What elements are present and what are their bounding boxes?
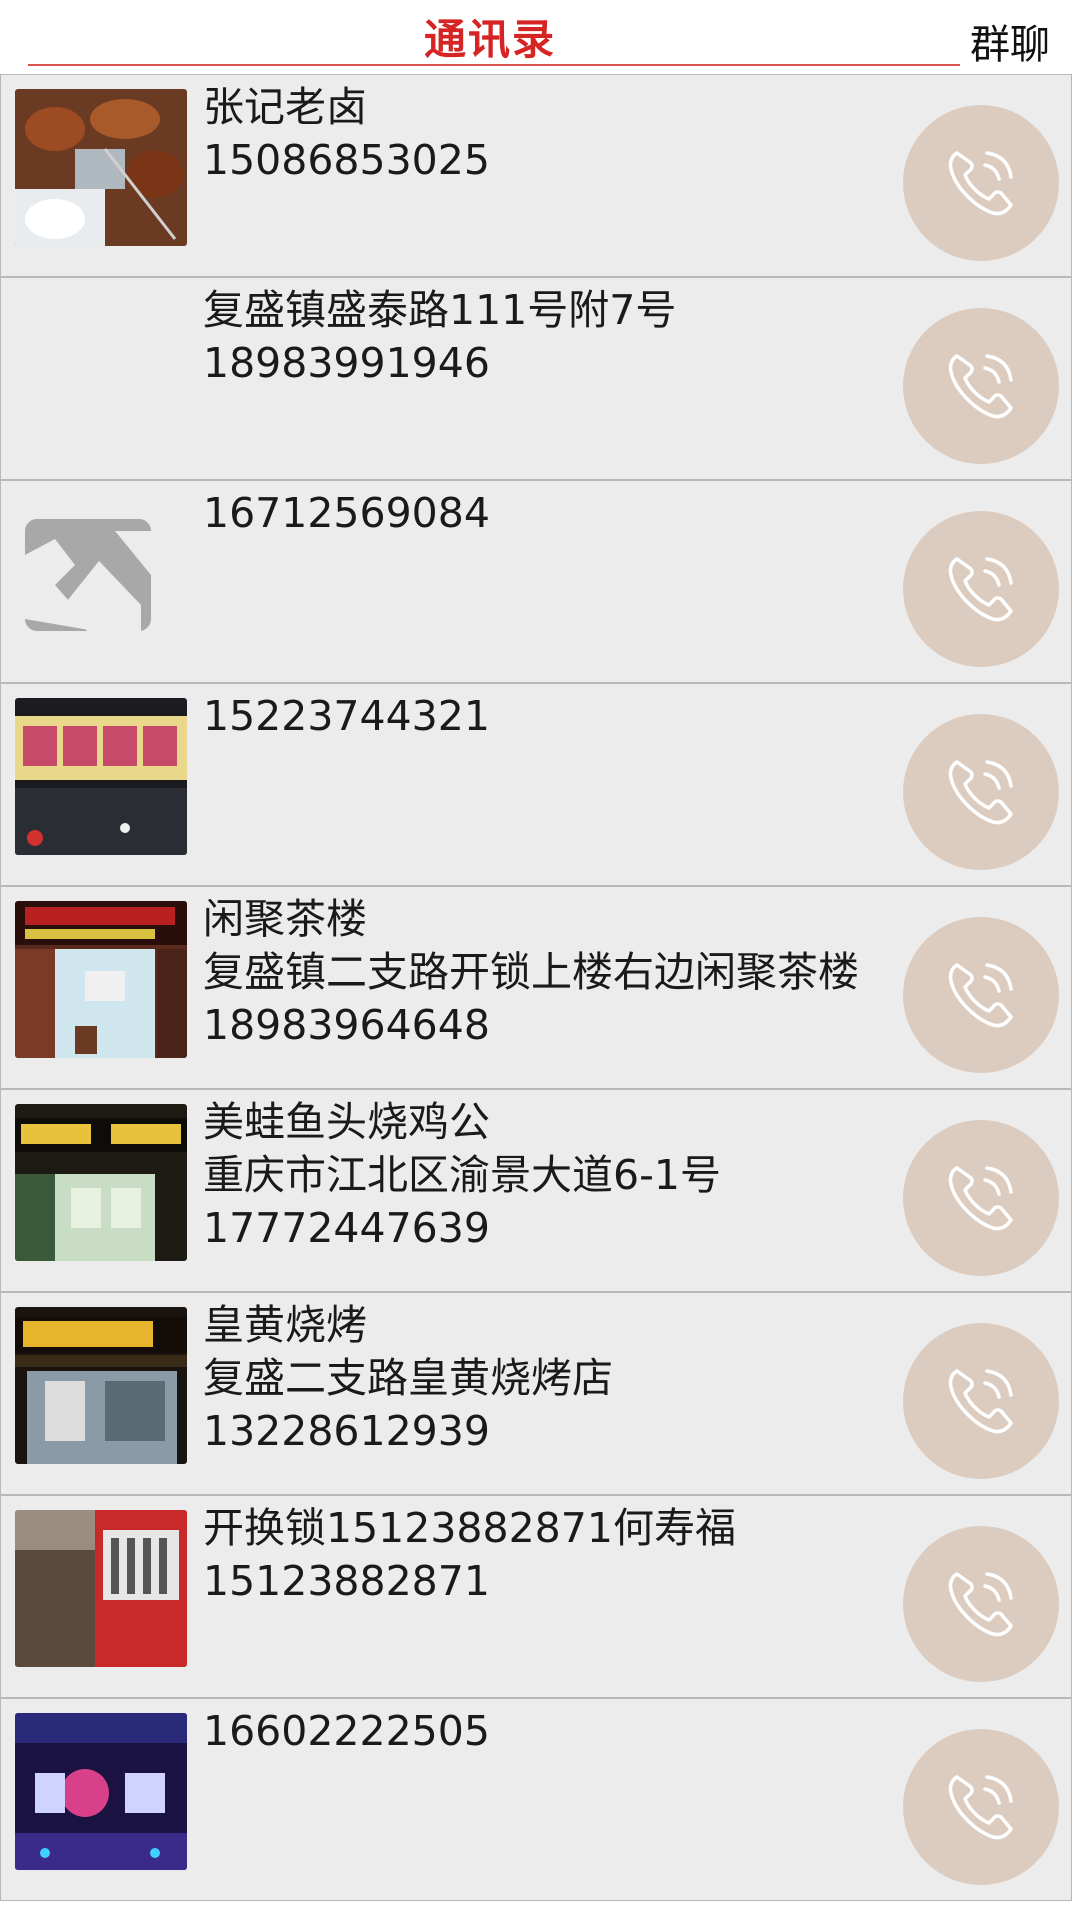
contact-row[interactable]: 开换锁15123882871何寿福 15123882871 bbox=[0, 1495, 1072, 1698]
contact-phone: 15086853025 bbox=[203, 136, 490, 184]
contact-list[interactable]: 张记老卤 15086853025 复盛镇盛泰路111号附7号 189839919… bbox=[0, 74, 1080, 1920]
contact-row[interactable]: 张记老卤 15086853025 bbox=[0, 74, 1072, 277]
contact-row[interactable]: 15223744321 bbox=[0, 683, 1072, 886]
contact-name: 皇黄烧烤 bbox=[203, 1301, 367, 1349]
contact-row[interactable]: 16712569084 bbox=[0, 480, 1072, 683]
contact-row[interactable]: 闲聚茶楼 复盛镇二支路开锁上楼右边闲聚茶楼 18983964648 bbox=[0, 886, 1072, 1089]
contact-name: 张记老卤 bbox=[203, 83, 367, 131]
contact-phone: 15123882871 bbox=[203, 1557, 490, 1605]
contact-thumbnail[interactable] bbox=[15, 1307, 187, 1464]
contact-row[interactable]: 复盛镇盛泰路111号附7号 18983991946 bbox=[0, 277, 1072, 480]
phone-icon bbox=[948, 1572, 1013, 1637]
contact-thumbnail[interactable] bbox=[15, 698, 187, 855]
contact-row[interactable]: 皇黄烧烤 复盛二支路皇黄烧烤店 13228612939 bbox=[0, 1292, 1072, 1495]
contact-thumbnail[interactable] bbox=[15, 1510, 187, 1667]
phone-icon bbox=[948, 151, 1013, 216]
call-button[interactable] bbox=[903, 1120, 1059, 1276]
phone-icon bbox=[948, 1775, 1013, 1840]
contact-phone: 15223744321 bbox=[203, 692, 490, 740]
contact-phone: 18983991946 bbox=[203, 339, 490, 387]
contact-thumbnail[interactable] bbox=[15, 1713, 187, 1870]
contact-address: 重庆市江北区渝景大道6-1号 bbox=[203, 1151, 721, 1199]
call-button[interactable] bbox=[903, 105, 1059, 261]
image-placeholder-icon bbox=[15, 495, 187, 652]
contact-thumbnail[interactable] bbox=[15, 89, 187, 246]
contact-phone: 16712569084 bbox=[203, 489, 490, 537]
page-title: 通讯录 bbox=[423, 15, 556, 64]
contact-thumbnail[interactable] bbox=[15, 901, 187, 1058]
call-button[interactable] bbox=[903, 1729, 1059, 1885]
contact-row[interactable]: 16602222505 bbox=[0, 1698, 1072, 1901]
phone-icon bbox=[948, 1166, 1013, 1231]
call-button[interactable] bbox=[903, 308, 1059, 464]
contact-phone: 18983964648 bbox=[203, 1001, 490, 1049]
contact-address: 复盛镇二支路开锁上楼右边闲聚茶楼 bbox=[203, 948, 859, 996]
contact-address: 复盛镇盛泰路111号附7号 bbox=[203, 286, 677, 334]
contact-thumbnail[interactable] bbox=[15, 292, 187, 449]
group-chat-button[interactable]: 群聊 bbox=[970, 12, 1050, 70]
contact-phone: 13228612939 bbox=[203, 1407, 490, 1455]
call-button[interactable] bbox=[903, 511, 1059, 667]
contact-phone: 16602222505 bbox=[203, 1707, 490, 1755]
call-button[interactable] bbox=[903, 714, 1059, 870]
phone-icon bbox=[948, 557, 1013, 622]
title-underline bbox=[28, 64, 960, 66]
contact-phone: 17772447639 bbox=[203, 1204, 490, 1252]
phone-icon bbox=[948, 963, 1013, 1028]
contact-row[interactable]: 美蛙鱼头烧鸡公 重庆市江北区渝景大道6-1号 17772447639 bbox=[0, 1089, 1072, 1292]
contact-thumbnail[interactable] bbox=[15, 1104, 187, 1261]
phone-icon bbox=[948, 760, 1013, 825]
phone-icon bbox=[948, 354, 1013, 419]
header: 通讯录 群聊 bbox=[0, 0, 1080, 74]
call-button[interactable] bbox=[903, 1526, 1059, 1682]
contact-name: 美蛙鱼头烧鸡公 bbox=[203, 1098, 490, 1146]
contact-name: 闲聚茶楼 bbox=[203, 895, 367, 943]
call-button[interactable] bbox=[903, 917, 1059, 1073]
call-button[interactable] bbox=[903, 1323, 1059, 1479]
contact-address: 复盛二支路皇黄烧烤店 bbox=[203, 1354, 613, 1402]
contact-name: 开换锁15123882871何寿福 bbox=[203, 1504, 736, 1552]
phone-icon bbox=[948, 1369, 1013, 1434]
